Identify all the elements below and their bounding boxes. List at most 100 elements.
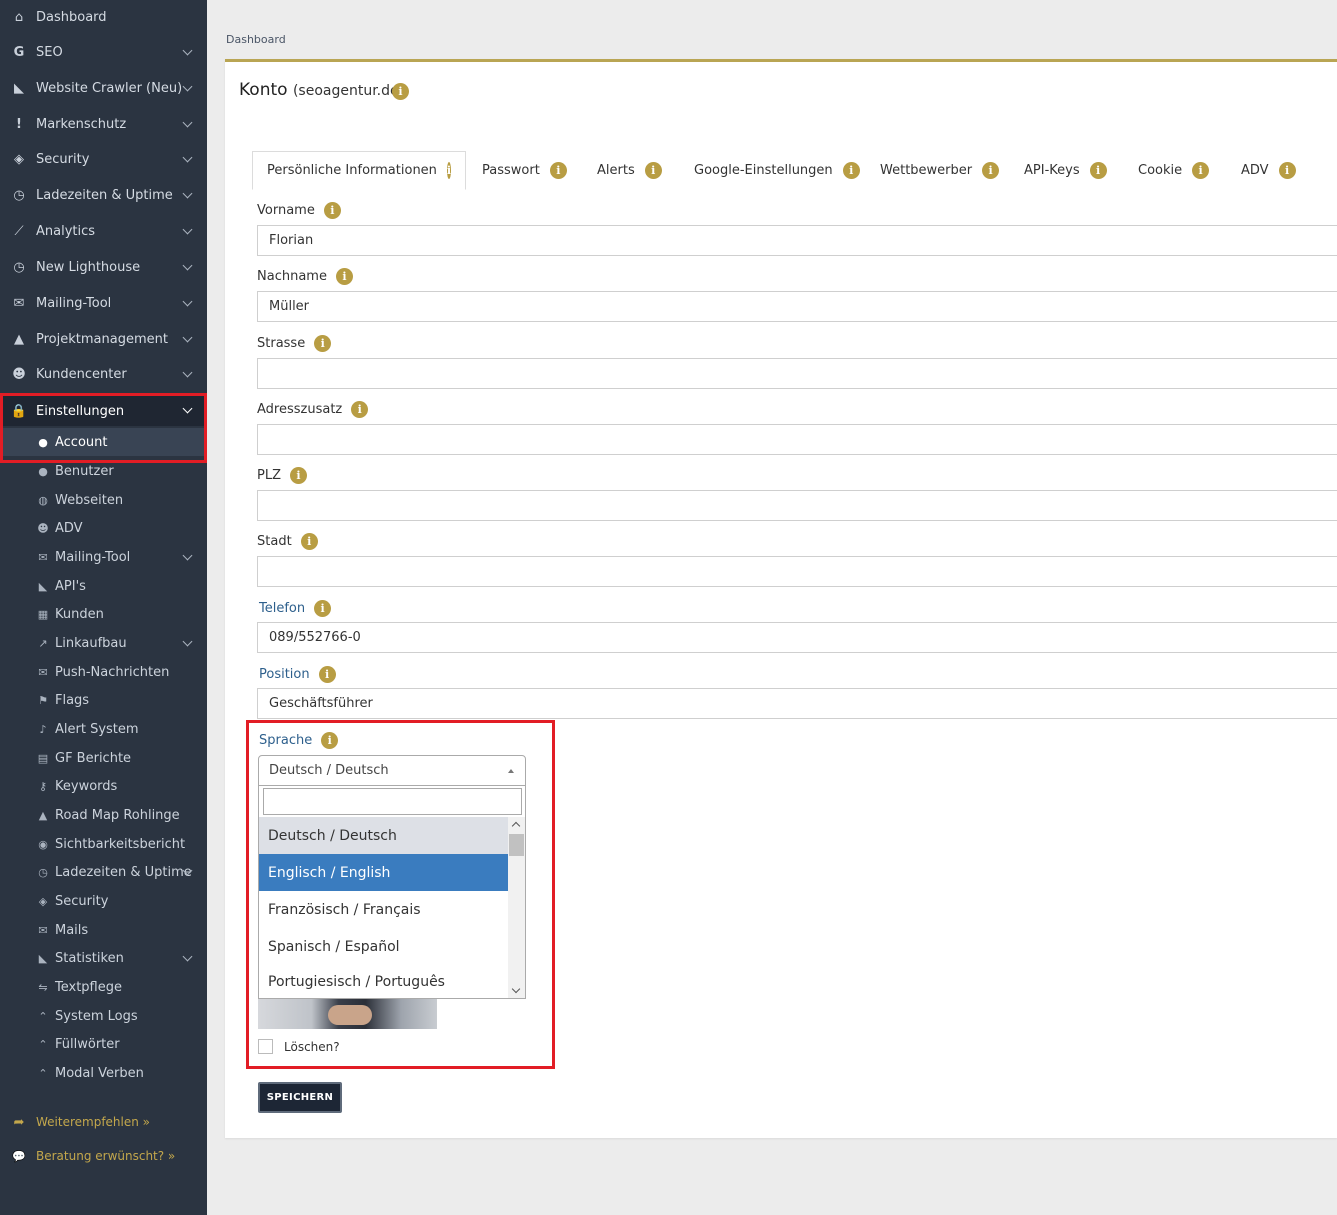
info-icon[interactable]: i xyxy=(323,202,341,219)
info-icon[interactable]: i xyxy=(300,533,318,550)
tab-persoenliche-informationen[interactable]: Persönliche Informationen i xyxy=(252,151,466,190)
info-icon[interactable]: i xyxy=(318,666,336,683)
language-option-franzoesisch[interactable]: Französisch / Français xyxy=(259,891,509,928)
sidebar-item-seo[interactable]: G SEO xyxy=(0,35,207,69)
sidebar-item-einstellungen[interactable]: 🔒 Einstellungen xyxy=(0,396,207,426)
info-icon[interactable]: i xyxy=(842,162,860,179)
sidebar-subitem-security[interactable]: ◈ Security xyxy=(0,887,207,915)
tab-alerts[interactable]: Alerts i xyxy=(583,151,676,190)
sidebar-item-label: Website Crawler (Neu) xyxy=(36,80,183,96)
language-search-input[interactable] xyxy=(263,788,522,815)
info-icon[interactable]: i xyxy=(1192,162,1210,179)
sidebar-subitem-label: Account xyxy=(55,434,108,450)
sidebar-subitem-label: GF Berichte xyxy=(55,750,132,766)
sidebar-item-security[interactable]: ◈ Security xyxy=(0,142,207,176)
account-card: Konto (seoagentur.de) i Persönliche Info… xyxy=(225,59,1337,1138)
sidebar-item-mailing-tool[interactable]: ✉ Mailing-Tool xyxy=(0,286,207,320)
sidebar-item-label: Projektmanagement xyxy=(36,331,168,347)
sidebar-subitem-alert-system[interactable]: ♪ Alert System xyxy=(0,715,207,743)
scroll-up-icon[interactable] xyxy=(511,821,521,831)
info-icon[interactable]: i xyxy=(335,268,353,285)
info-icon[interactable]: i xyxy=(549,162,567,179)
sidebar-subitem-flags[interactable]: ⚑ Flags xyxy=(0,686,207,714)
telefon-input[interactable]: 089/552766-0 xyxy=(257,622,1337,653)
sidebar-item-kundencenter[interactable]: ☻ Kundencenter xyxy=(0,357,207,391)
info-icon[interactable]: i xyxy=(982,162,1000,179)
tab-wettbewerber[interactable]: Wettbewerber i xyxy=(866,151,1013,190)
sidebar-item-label: Einstellungen xyxy=(36,403,125,419)
sidebar-subitem-mailing-tool[interactable]: ✉ Mailing-Tool xyxy=(0,543,207,571)
info-icon[interactable]: i xyxy=(1089,162,1107,179)
tab-api-keys[interactable]: API-Keys i xyxy=(1010,151,1121,190)
sidebar-subitem-label: Road Map Rohlinge xyxy=(55,807,180,823)
info-icon[interactable]: i xyxy=(644,162,662,179)
info-icon[interactable]: i xyxy=(314,335,332,352)
sidebar-subitem-ladezeiten[interactable]: ◷ Ladezeiten & Uptime xyxy=(0,858,207,886)
sidebar-item-ladezeiten[interactable]: ◷ Ladezeiten & Uptime xyxy=(0,178,207,212)
stadt-input[interactable] xyxy=(257,556,1337,587)
sidebar-item-new-lighthouse[interactable]: ◷ New Lighthouse xyxy=(0,250,207,284)
sidebar-subitem-label: Security xyxy=(55,893,109,909)
building-icon: ▦ xyxy=(37,607,49,621)
sidebar-item-analytics[interactable]: ⟋ Analytics xyxy=(0,214,207,248)
chevron-down-icon xyxy=(182,296,193,307)
sidebar-subitem-benutzer[interactable]: ● Benutzer xyxy=(0,457,207,485)
tab-passwort[interactable]: Passwort i xyxy=(468,151,581,190)
delete-checkbox[interactable] xyxy=(258,1039,273,1054)
save-button[interactable]: SPEICHERN xyxy=(258,1082,342,1113)
angle-double-up-icon: ⌃ xyxy=(38,1009,48,1023)
plz-input[interactable] xyxy=(257,490,1337,521)
language-option-deutsch[interactable]: Deutsch / Deutsch xyxy=(259,817,509,854)
sidebar-subitem-mails[interactable]: ✉ Mails xyxy=(0,916,207,944)
scroll-down-icon[interactable] xyxy=(511,984,521,994)
sidebar-subitem-sichtbarkeitsbericht[interactable]: ◉ Sichtbarkeitsbericht xyxy=(0,830,207,858)
sidebar-subitem-keywords[interactable]: ⚷ Keywords xyxy=(0,772,207,800)
vorname-input[interactable]: Florian xyxy=(257,225,1337,256)
info-icon[interactable]: i xyxy=(290,467,307,484)
info-icon[interactable]: i xyxy=(1278,162,1296,179)
nachname-input[interactable]: Müller xyxy=(257,291,1337,322)
promo-beratung[interactable]: 💬 Beratung erwünscht? » xyxy=(0,1144,207,1168)
sidebar-item-dashboard[interactable]: ⌂ Dashboard xyxy=(0,0,207,34)
language-option-englisch[interactable]: Englisch / English xyxy=(259,854,509,891)
sidebar-subitem-push-nachrichten[interactable]: ✉ Push-Nachrichten xyxy=(0,658,207,686)
language-option-spanisch[interactable]: Spanisch / Español xyxy=(259,928,509,965)
info-icon[interactable]: i xyxy=(351,401,369,418)
info-icon[interactable]: i xyxy=(321,732,339,749)
sidebar-subitem-label: System Logs xyxy=(55,1008,138,1024)
dropdown-scrollbar[interactable] xyxy=(508,817,525,998)
breadcrumb[interactable]: Dashboard xyxy=(226,33,286,46)
info-icon[interactable]: i xyxy=(392,83,409,100)
adresszusatz-input[interactable] xyxy=(257,424,1337,455)
envelope-icon: ✉ xyxy=(38,923,48,937)
sidebar-subitem-adv[interactable]: ☻ ADV xyxy=(0,514,207,542)
sidebar-subitem-modal-verben[interactable]: ⌃ Modal Verben xyxy=(0,1059,207,1087)
tab-google-einstellungen[interactable]: Google-Einstellungen i xyxy=(680,151,874,190)
sidebar-item-website-crawler[interactable]: ◣ Website Crawler (Neu) xyxy=(0,71,207,105)
strasse-input[interactable] xyxy=(257,358,1337,389)
language-option-portugiesisch[interactable]: Portugiesisch / Português xyxy=(259,965,509,998)
sidebar-subitem-fuellwoerter[interactable]: ⌃ Füllwörter xyxy=(0,1030,207,1058)
sidebar-subitem-webseiten[interactable]: ◍ Webseiten xyxy=(0,486,207,514)
sidebar-subitem-road-map-rohlinge[interactable]: ▲ Road Map Rohlinge xyxy=(0,801,207,829)
sidebar-subitem-gf-berichte[interactable]: ▤ GF Berichte xyxy=(0,744,207,772)
sidebar-item-projektmanagement[interactable]: ▲ Projektmanagement xyxy=(0,322,207,356)
sidebar-subitem-statistiken[interactable]: ◣ Statistiken xyxy=(0,944,207,972)
sidebar-item-markenschutz[interactable]: ! Markenschutz xyxy=(0,107,207,141)
sidebar-subitem-system-logs[interactable]: ⌃ System Logs xyxy=(0,1002,207,1030)
tab-cookie[interactable]: Cookie i xyxy=(1124,151,1223,190)
sidebar-subitem-apis[interactable]: ◣ API's xyxy=(0,572,207,600)
scrollbar-thumb[interactable] xyxy=(509,834,524,856)
sidebar-subitem-label: Mails xyxy=(55,922,89,938)
sidebar-subitem-kunden[interactable]: ▦ Kunden xyxy=(0,600,207,628)
info-icon[interactable]: i xyxy=(314,600,332,617)
sidebar-subitem-account[interactable]: ● Account xyxy=(0,428,207,456)
language-select[interactable]: Deutsch / Deutsch xyxy=(258,755,526,786)
promo-weiterempfehlen[interactable]: ➦ Weiterempfehlen » xyxy=(0,1110,207,1134)
sidebar-subitem-textpflege[interactable]: ⇋ Textpflege xyxy=(0,973,207,1001)
info-icon[interactable]: i xyxy=(446,162,452,179)
position-input[interactable]: Geschäftsführer xyxy=(257,688,1337,719)
tab-adv[interactable]: ADV i xyxy=(1227,151,1310,190)
chevron-down-icon xyxy=(182,260,193,271)
sidebar-subitem-linkaufbau[interactable]: ↗ Linkaufbau xyxy=(0,629,207,657)
